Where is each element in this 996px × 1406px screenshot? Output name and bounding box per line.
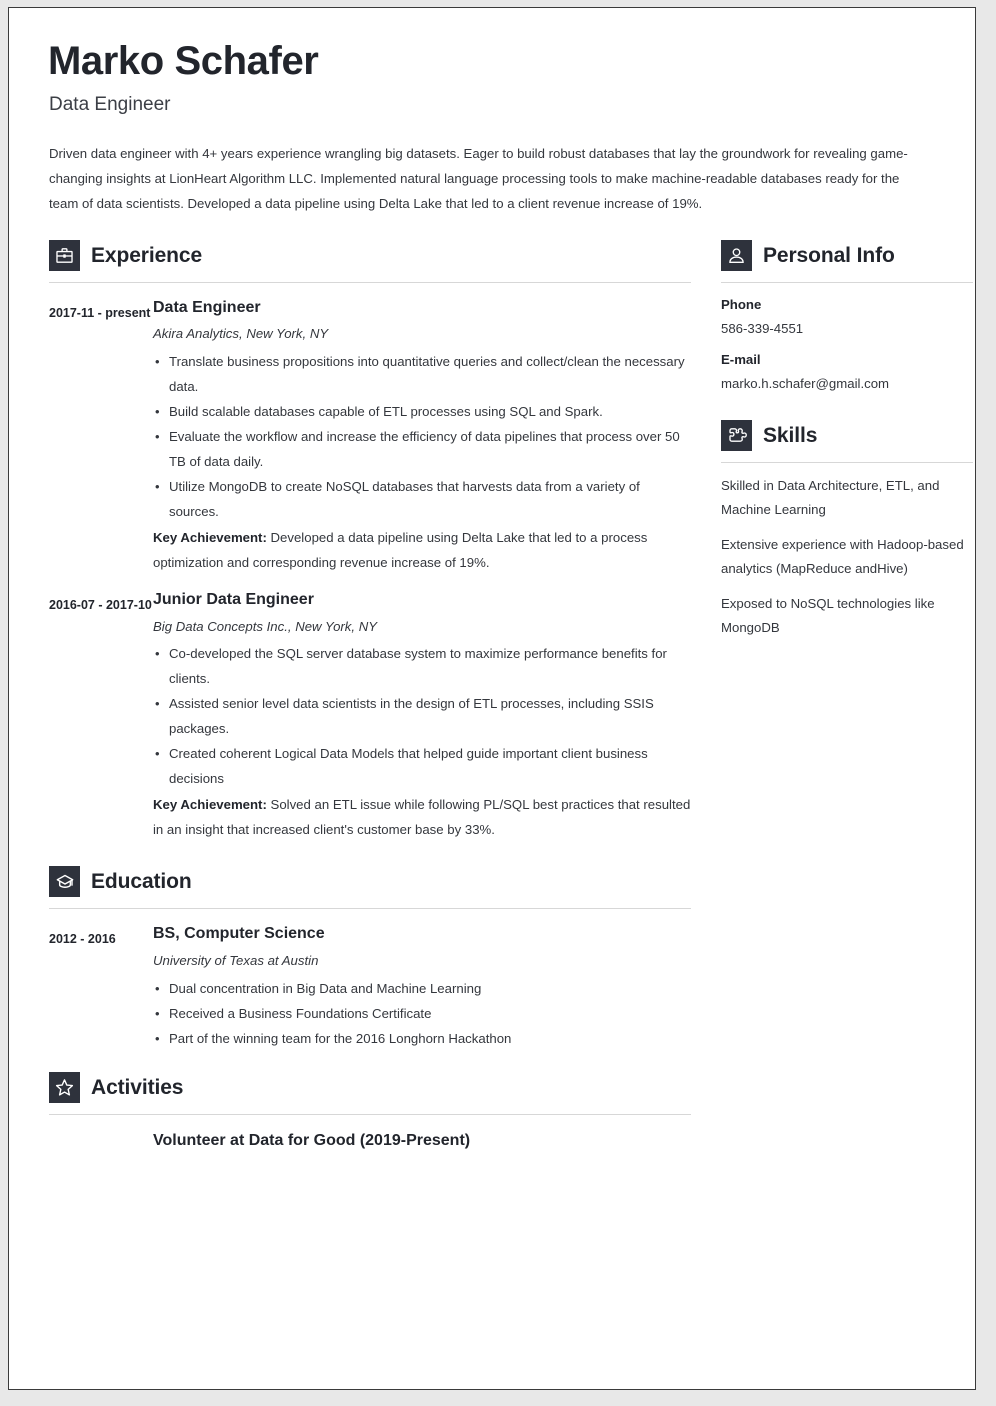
skills-divider bbox=[721, 462, 973, 464]
phone-label: Phone bbox=[721, 296, 762, 312]
person-icon bbox=[721, 239, 752, 271]
activities-dates bbox=[49, 1132, 153, 1150]
experience-divider bbox=[49, 281, 691, 283]
list-item: Received a Business Foundations Certific… bbox=[153, 1001, 691, 1026]
personal-info-title: Personal Info bbox=[763, 243, 895, 267]
list-item: Assisted senior level data scientists in… bbox=[153, 691, 691, 741]
education-dates: 2012 - 2016 bbox=[49, 932, 116, 947]
section-experience: Experience 2017-11 - present Data Engine… bbox=[49, 239, 691, 842]
experience-company: Akira Analytics, New York, NY bbox=[153, 326, 329, 342]
email-value: marko.h.schafer@gmail.com bbox=[721, 376, 890, 392]
experience-entry: 2017-11 - present Data Engineer Akira An… bbox=[49, 299, 691, 575]
list-item: Exposed to NoSQL technologies like Mongo… bbox=[721, 596, 935, 636]
key-achievement-label: Key Achievement: bbox=[153, 530, 267, 546]
list-item: Utilize MongoDB to create NoSQL database… bbox=[153, 474, 691, 524]
experience-job-title: Junior Data Engineer bbox=[153, 591, 314, 609]
list-item: Translate business propositions into qua… bbox=[153, 349, 691, 399]
personal-info-heading: Personal Info bbox=[721, 239, 973, 271]
content-columns: Experience 2017-11 - present Data Engine… bbox=[43, 239, 973, 1150]
skills-list: Skilled in Data Architecture, ETL, and M… bbox=[721, 474, 973, 640]
experience-key-achievement: Key Achievement: Solved an ETL issue whi… bbox=[153, 792, 691, 842]
section-skills: Skills Skilled in Data Architecture, ETL… bbox=[721, 420, 973, 640]
star-icon bbox=[49, 1071, 80, 1103]
list-item: Evaluate the workflow and increase the e… bbox=[153, 424, 691, 474]
list-item: Extensive experience with Hadoop-based a… bbox=[721, 537, 964, 577]
experience-entry: 2016-07 - 2017-10 Junior Data Engineer B… bbox=[49, 591, 691, 842]
briefcase-icon bbox=[49, 239, 80, 271]
section-personal-info: Personal Info Phone 586-339-4551 E-mail … bbox=[721, 239, 973, 392]
graduation-cap-icon bbox=[49, 866, 80, 898]
job-title-subheading: Data Engineer bbox=[49, 94, 171, 115]
experience-bullets: Co-developed the SQL server database sys… bbox=[153, 641, 691, 791]
activities-divider bbox=[49, 1113, 691, 1115]
activities-heading: Activities bbox=[49, 1071, 691, 1103]
section-education: Education 2012 - 2016 BS, Computer Scien… bbox=[49, 866, 691, 1051]
experience-bullets: Translate business propositions into qua… bbox=[153, 349, 691, 524]
puzzle-piece-icon bbox=[721, 420, 752, 452]
experience-dates: 2017-11 - present bbox=[49, 305, 151, 320]
phone-value: 586-339-4551 bbox=[721, 321, 804, 337]
section-activities: Activities Volunteer at Data for Good (2… bbox=[49, 1071, 691, 1150]
activities-item-title: Volunteer at Data for Good (2019-Present… bbox=[153, 1131, 471, 1149]
experience-key-achievement: Key Achievement: Developed a data pipeli… bbox=[153, 525, 691, 575]
personal-info-divider bbox=[721, 281, 973, 283]
education-title: Education bbox=[91, 870, 192, 894]
education-school: University of Texas at Austin bbox=[153, 952, 319, 968]
activities-title: Activities bbox=[91, 1075, 184, 1099]
experience-dates: 2016-07 - 2017-10 bbox=[49, 598, 152, 613]
education-divider bbox=[49, 908, 691, 910]
skills-title: Skills bbox=[763, 424, 818, 448]
key-achievement-label: Key Achievement: bbox=[153, 797, 267, 813]
experience-title: Experience bbox=[91, 243, 203, 267]
professional-summary: Driven data engineer with 4+ years exper… bbox=[49, 145, 908, 211]
experience-heading: Experience bbox=[49, 239, 691, 271]
experience-job-title: Data Engineer bbox=[153, 298, 261, 316]
list-item: Build scalable databases capable of ETL … bbox=[153, 399, 691, 424]
list-item: Skilled in Data Architecture, ETL, and M… bbox=[721, 478, 940, 518]
education-entry: 2012 - 2016 BS, Computer Science Univers… bbox=[49, 925, 691, 1050]
list-item: Dual concentration in Big Data and Machi… bbox=[153, 976, 691, 1001]
list-item: Created coherent Logical Data Models tha… bbox=[153, 741, 691, 791]
education-degree: BS, Computer Science bbox=[153, 925, 325, 943]
education-bullets: Dual concentration in Big Data and Machi… bbox=[153, 976, 691, 1051]
education-heading: Education bbox=[49, 866, 691, 898]
experience-company: Big Data Concepts Inc., New York, NY bbox=[153, 618, 378, 634]
skills-heading: Skills bbox=[721, 420, 973, 452]
list-item: Co-developed the SQL server database sys… bbox=[153, 641, 691, 691]
sidebar-column: Personal Info Phone 586-339-4551 E-mail … bbox=[721, 239, 973, 640]
list-item: Part of the winning team for the 2016 Lo… bbox=[153, 1026, 691, 1051]
resume-page: Marko Schafer Data Engineer Driven data … bbox=[8, 7, 976, 1390]
email-label: E-mail bbox=[721, 351, 761, 367]
main-column: Experience 2017-11 - present Data Engine… bbox=[43, 239, 691, 1150]
activities-entry: Volunteer at Data for Good (2019-Present… bbox=[49, 1132, 691, 1150]
page-title: Marko Schafer bbox=[48, 39, 319, 83]
